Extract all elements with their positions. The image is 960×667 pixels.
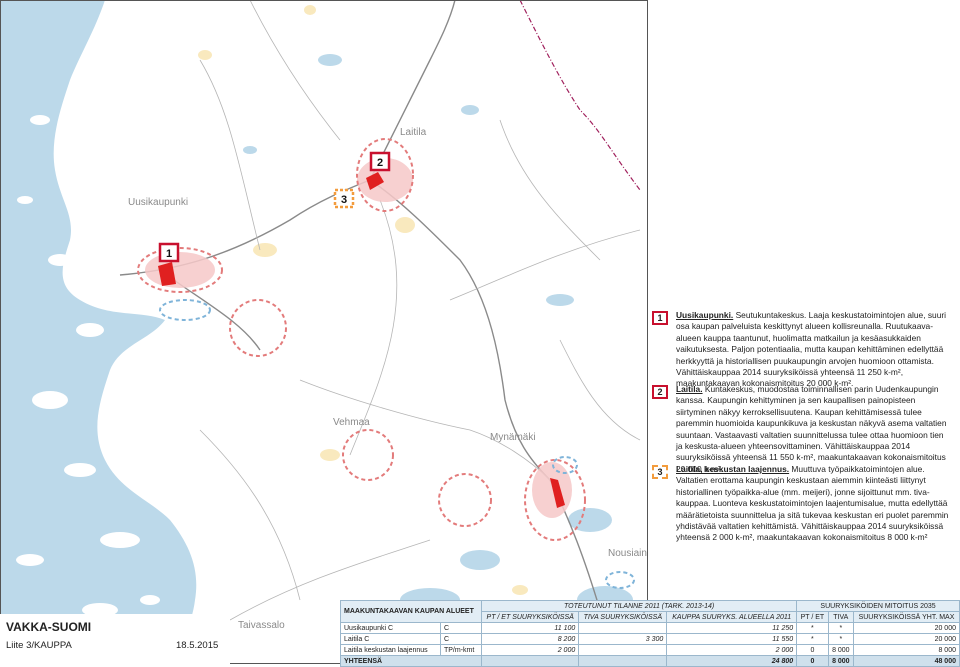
place-label-taivassalo: Taivassalo (238, 620, 285, 631)
col-tiva-header: TIVA SUURYKSIKÖISSÄ (578, 611, 668, 623)
svg-text:2: 2 (377, 157, 383, 169)
marker-3[interactable]: 3 (333, 188, 355, 209)
title-block: VAKKA-SUOMI Liite 3/KAUPPA 18.5.2015 (0, 614, 230, 664)
table-total-row: YHTEENSÄ 24 800 0 8 000 48 000 (339, 655, 960, 667)
table-row: Laitila CC 8 200 3 300 11 550 * * 20 000 (340, 633, 960, 645)
map-subtitle: Liite 3/KAUPPA (6, 640, 72, 651)
legend-text-1: Seutukuntakeskus. Laaja keskustatoiminto… (676, 310, 947, 389)
col-pt-header: PT / ET SUURYKSIKÖISSÄ (481, 611, 580, 623)
legend-title-2: Laitila. (676, 384, 703, 394)
map-date: 18.5.2015 (176, 640, 219, 651)
place-label-nousiainen: Nousiainen (608, 548, 658, 559)
group-header-plan: SUURYKSIKÖIDEN MITOITUS 2035 (796, 600, 960, 612)
retail-table: MAAKUNTAKAAVAN KAUPAN ALUEET TOTEUTUNUT … (339, 600, 960, 667)
map-title: VAKKA-SUOMI (6, 620, 92, 634)
svg-text:1: 1 (166, 248, 172, 260)
legend-marker-2: 2 (652, 385, 668, 399)
legend-item-3: 3 Laitila, keskustan laajennus. Muuttuva… (652, 464, 952, 544)
legend-item-2: 2 Laitila. Kuntakeskus, muodostaa toimin… (652, 384, 952, 475)
table-row: Uusikaupunki CC 11 100 11 250 * * 20 000 (340, 622, 960, 634)
place-label-vehmaa: Vehmaa (333, 417, 370, 428)
marker-2[interactable]: 2 (369, 151, 391, 172)
svg-text:3: 3 (341, 194, 347, 206)
col-pt2-header: PT / ET (796, 611, 829, 623)
col-kauppa-header: KAUPPA SUURYKS. ALUEELLA 2011 (666, 611, 798, 623)
group-header-actual: TOTEUTUNUT TILANNE 2011 (TARK. 2013-14) (481, 600, 798, 612)
marker-1[interactable]: 1 (158, 242, 180, 263)
legend-text-3: Muuttuva työpaikkatoimintojen alue. Valt… (676, 464, 949, 543)
col-max-header: SUURYKSIKÖISSÄ YHT. MAX (852, 611, 960, 623)
col-area-header: MAAKUNTAKAAVAN KAUPAN ALUEET (339, 600, 483, 623)
col-tiva2-header: TIVA (827, 611, 854, 623)
legend-title-3: Laitila, keskustan laajennus. (676, 464, 790, 474)
table-row: Laitila keskustan laajennus TP/m-kmt 2 00… (340, 644, 960, 656)
place-label-laitila: Laitila (400, 127, 427, 138)
legend-marker-3: 3 (652, 465, 668, 479)
place-label-uusikaupunki: Uusikaupunki (128, 197, 188, 208)
place-label-mynamaki: Mynämäki (490, 432, 536, 443)
legend-item-1: 1 Uusikaupunki. Seutukuntakeskus. Laaja … (652, 310, 952, 390)
legend-marker-1: 1 (652, 311, 668, 325)
legend-title-1: Uusikaupunki. (676, 310, 734, 320)
legend-text-2: Kuntakeskus, muodostaa toiminnallisen pa… (676, 384, 947, 474)
